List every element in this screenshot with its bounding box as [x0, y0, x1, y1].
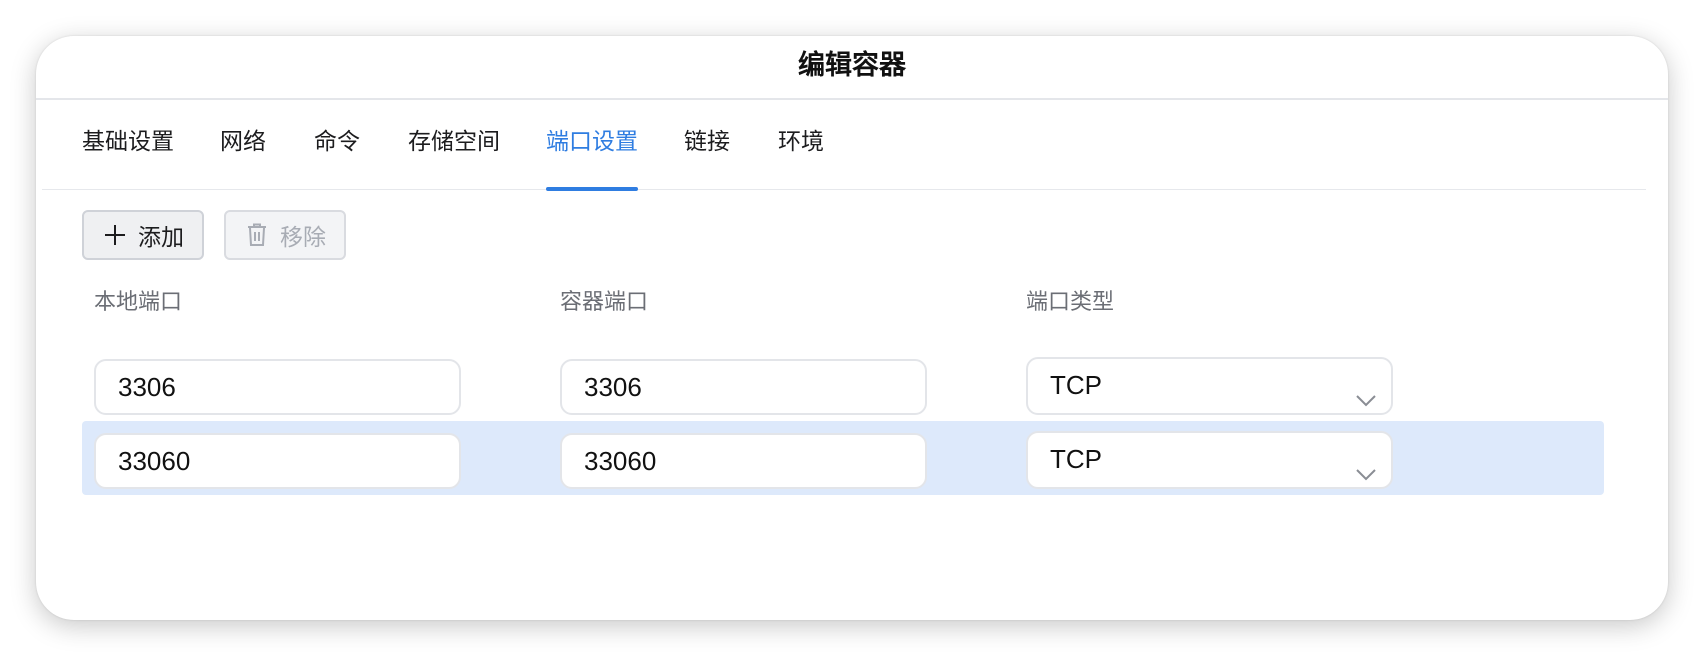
remove-button-label: 移除	[280, 225, 326, 251]
column-header-container-port: 容器端口	[560, 290, 649, 315]
dialog-title: 编辑容器	[798, 50, 906, 81]
port-type-value: TCP	[1050, 370, 1102, 400]
port-type-value: TCP	[1050, 444, 1102, 474]
tab-storage[interactable]: 存储空间	[408, 100, 500, 190]
container-port-input[interactable]: 33060	[560, 433, 927, 489]
edit-container-dialog: 编辑容器 基础设置 网络 命令 存储空间 端口设置 链接 环境 添加 移除 本地…	[36, 36, 1668, 620]
plus-icon	[102, 222, 128, 248]
tab-network[interactable]: 网络	[220, 100, 266, 190]
local-port-input[interactable]: 33060	[94, 433, 461, 489]
tab-basic-settings[interactable]: 基础设置	[82, 100, 174, 190]
local-port-input[interactable]: 3306	[94, 359, 461, 415]
tab-port-settings[interactable]: 端口设置	[546, 100, 638, 191]
add-button[interactable]: 添加	[82, 210, 204, 260]
tab-environment[interactable]: 环境	[778, 100, 824, 190]
tab-command[interactable]: 命令	[314, 100, 360, 190]
column-header-local-port: 本地端口	[94, 290, 183, 315]
remove-button[interactable]: 移除	[224, 210, 346, 260]
port-type-select[interactable]: TCP	[1026, 357, 1393, 415]
chevron-down-icon	[1355, 375, 1377, 407]
chevron-down-icon	[1355, 449, 1377, 481]
trash-icon	[244, 222, 270, 248]
port-type-select[interactable]: TCP	[1026, 431, 1393, 489]
dialog-title-bar: 编辑容器	[36, 36, 1668, 100]
tab-bar: 基础设置 网络 命令 存储空间 端口设置 链接 环境	[42, 100, 1646, 191]
add-button-label: 添加	[138, 225, 184, 251]
column-header-port-type: 端口类型	[1026, 290, 1115, 315]
tab-links[interactable]: 链接	[684, 100, 730, 190]
container-port-input[interactable]: 3306	[560, 359, 927, 415]
